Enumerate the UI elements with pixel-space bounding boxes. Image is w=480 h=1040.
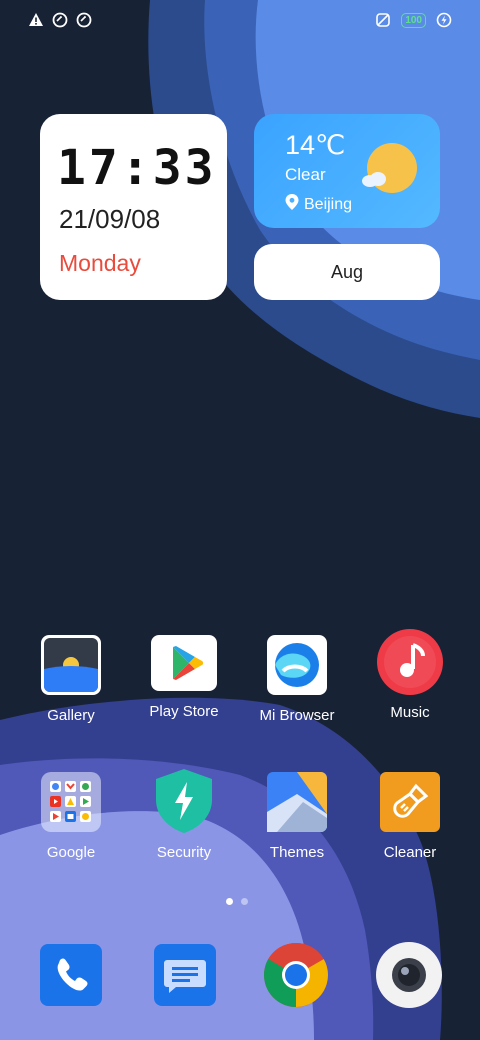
- app-play-store[interactable]: Play Store: [134, 635, 234, 720]
- music-icon: [377, 629, 443, 695]
- battery-indicator: 100: [401, 12, 426, 28]
- no-sim-icon: [375, 12, 391, 28]
- dock-camera[interactable]: [376, 942, 442, 1008]
- app-label: Play Store: [149, 703, 219, 720]
- app-label: Mi Browser: [259, 707, 335, 724]
- app-google-folder[interactable]: Google: [21, 772, 121, 861]
- themes-icon: [267, 772, 327, 832]
- mi-browser-icon: [267, 635, 327, 695]
- app-label: Themes: [269, 844, 325, 861]
- chrome-icon: [264, 943, 328, 1007]
- dock-messages[interactable]: [154, 944, 216, 1006]
- clock-time: 17:33: [57, 140, 217, 196]
- weather-temperature: 14℃: [285, 130, 346, 160]
- gallery-icon: [41, 635, 101, 695]
- app-mi-browser[interactable]: Mi Browser: [247, 635, 347, 724]
- weather-condition: Clear: [285, 165, 326, 184]
- cleaner-icon: [380, 772, 440, 832]
- sunny-cloud-icon: [362, 143, 417, 193]
- dock-phone[interactable]: [40, 944, 102, 1006]
- app-label: Google: [46, 844, 96, 861]
- app-security[interactable]: Security: [134, 768, 234, 861]
- page-dot[interactable]: [241, 898, 248, 905]
- play-store-icon: [151, 635, 217, 691]
- calendar-month: Aug: [330, 261, 364, 282]
- google-folder-icon: [41, 772, 101, 832]
- clock-day: Monday: [59, 250, 141, 276]
- app-themes[interactable]: Themes: [247, 772, 347, 861]
- app-cleaner[interactable]: Cleaner: [360, 772, 460, 861]
- app-label: Cleaner: [383, 844, 437, 861]
- sync-icon: [52, 12, 68, 28]
- clock-date: 21/09/08: [59, 204, 161, 234]
- app-gallery[interactable]: Gallery: [21, 635, 121, 724]
- phone-icon: [40, 944, 102, 1006]
- weather-location-label: Beijing: [304, 195, 353, 213]
- app-label: Music: [390, 704, 430, 721]
- weather-location: Beijing: [285, 194, 352, 215]
- clock-widget[interactable]: 17:33 21/09/08 Monday: [40, 114, 227, 300]
- location-pin-icon: [285, 194, 299, 215]
- status-bar: 100: [0, 0, 480, 44]
- weather-widget[interactable]: 14℃ Clear Beijing: [254, 114, 440, 228]
- charging-icon: [436, 12, 452, 28]
- security-icon: [153, 768, 215, 834]
- warning-icon: [28, 12, 44, 28]
- sync-icon: [76, 12, 92, 28]
- camera-icon: [376, 942, 442, 1008]
- messages-icon: [154, 944, 216, 1006]
- app-label: Security: [156, 844, 212, 861]
- calendar-widget[interactable]: Aug: [254, 244, 440, 300]
- app-music[interactable]: Music: [360, 629, 460, 721]
- dock-chrome[interactable]: [263, 942, 329, 1008]
- page-dot-active[interactable]: [226, 898, 233, 905]
- app-label: Gallery: [47, 707, 95, 724]
- page-indicator[interactable]: [226, 898, 248, 905]
